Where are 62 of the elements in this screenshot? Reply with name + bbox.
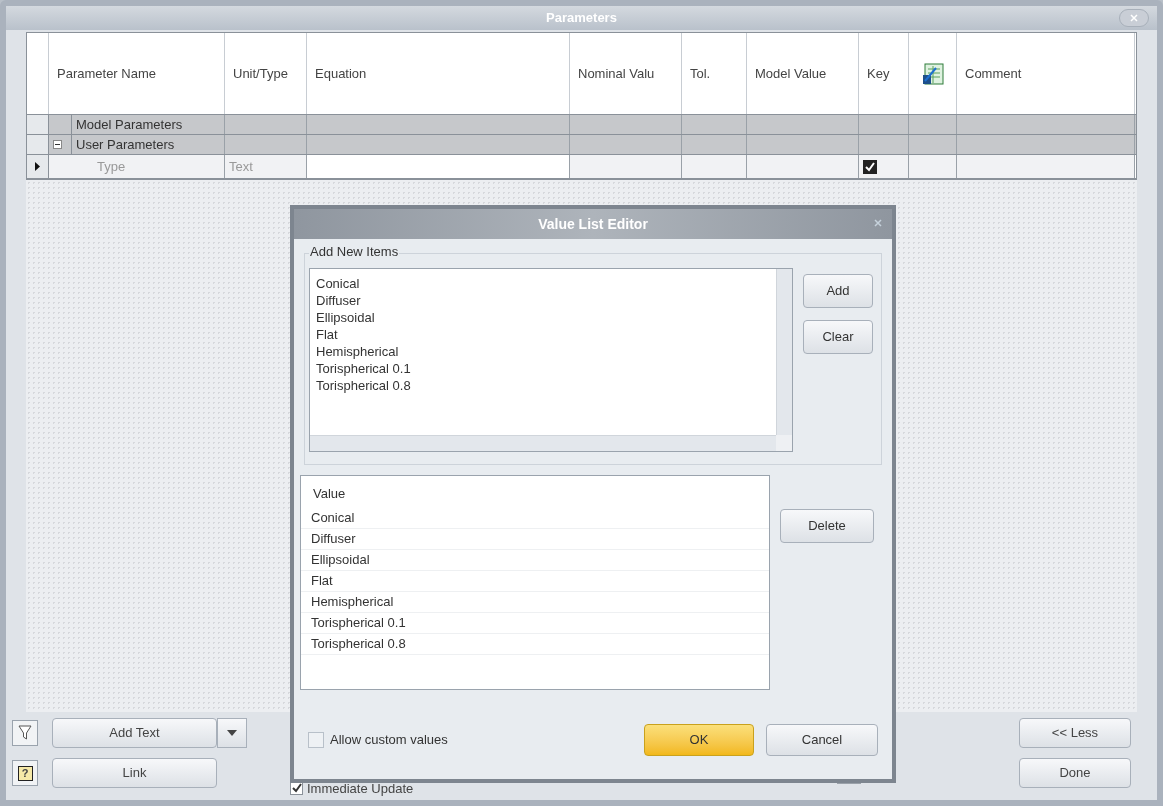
immediate-update-label: Immediate Update [307,779,414,798]
list-item[interactable]: Flat [311,570,333,591]
column-header: Value [312,485,347,503]
ok-button[interactable]: OK [644,724,754,756]
column-header[interactable]: Key [859,33,909,114]
horizontal-scrollbar[interactable] [310,435,776,451]
column-header[interactable]: Tol. [682,33,747,114]
parameter-name: Type [97,157,126,176]
spreadsheet-icon[interactable] [921,62,944,85]
list-item[interactable]: Conical [311,507,355,528]
list-item: Ellipsoidal [316,309,375,326]
help-icon: ? [17,765,33,781]
add-button[interactable]: Add [803,274,873,308]
list-item: Flat [316,326,338,343]
row-header-cell[interactable] [27,155,49,178]
list-item[interactable]: Torispherical 0.8 [311,633,406,654]
link-button[interactable]: Link [52,758,217,788]
delete-button[interactable]: Delete [780,509,874,543]
list-item: Torispherical 0.8 [316,377,411,394]
list-item[interactable]: Hemispherical [311,591,394,612]
list-item: Conical [316,275,360,292]
caret-icon [227,730,237,736]
less-button[interactable]: << Less [1019,718,1131,748]
group-name: Model Parameters [71,115,183,134]
list-item[interactable]: Diffuser [311,528,356,549]
dropdown-button[interactable] [217,718,247,748]
dialog-title: Value List Editor [538,214,648,234]
column-header[interactable]: Comment [957,33,1135,114]
unit-type: Text [228,157,254,176]
window-title: Parameters [546,9,617,28]
table-cell [682,155,747,178]
new-items-field[interactable]: Conical Diffuser Ellipsoidal Flat Hemispherical Torispherical 0.1 Torispherical 0.8 [309,268,793,452]
column-header[interactable]: Model Value [747,33,859,114]
column-header[interactable]: Nominal Valu [570,33,682,114]
close-icon [1130,14,1138,22]
group-name: User Parameters [71,135,175,154]
list-item: Torispherical 0.1 [316,360,411,377]
value-list[interactable]: Value Conical Diffuser Ellipsoidal Flat Hemispherical Torispherical 0.1 Torispherical 0.8 [300,475,770,690]
list-item[interactable]: Torispherical 0.1 [311,612,406,633]
column-header[interactable]: Unit/Type [225,33,307,114]
row-header-cell[interactable] [27,135,49,154]
expander-toggle[interactable] [53,140,62,149]
list-item[interactable]: Ellipsoidal [311,549,370,570]
row-header-cell[interactable] [27,115,49,134]
column-header[interactable]: Equation [307,33,570,114]
column-header[interactable]: Parameter Name [49,33,225,114]
vertical-scrollbar[interactable] [776,269,792,435]
allow-custom-values-label: Allow custom values [330,731,448,750]
list-item: Diffuser [316,292,361,309]
filter-icon [18,725,32,741]
list-item: Hemispherical [316,343,399,360]
key-checkbox[interactable] [863,159,877,174]
help-button[interactable]: ? [12,760,38,786]
group-label: Add New Items [309,245,400,258]
filter-button[interactable] [12,720,38,746]
current-row-icon [35,162,40,171]
allow-custom-values-checkbox[interactable] [308,732,324,748]
add-text-button[interactable]: Add Text [52,718,217,748]
cancel-button[interactable]: Cancel [766,724,878,756]
scrollbar-corner [776,435,792,451]
clear-button[interactable]: Clear [803,320,873,354]
done-button[interactable]: Done [1019,758,1131,788]
